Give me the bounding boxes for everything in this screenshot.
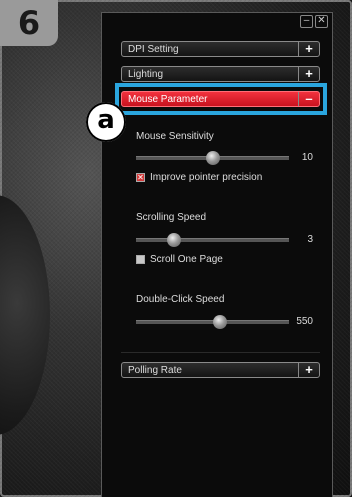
expand-icon[interactable]: + [298,363,319,377]
double-click-label: Double-Click Speed [136,294,225,305]
expand-icon[interactable]: + [298,42,319,56]
double-click-slider[interactable] [136,315,289,329]
window-controls: – ✕ [300,15,328,28]
sensitivity-value: 10 [301,152,313,163]
slider-knob[interactable] [167,233,182,247]
sensitivity-slider[interactable] [136,151,289,165]
scroll-speed-label: Scrolling Speed [136,212,207,223]
highlight-box [115,83,327,115]
scroll-one-page-checkbox[interactable] [136,255,145,264]
expand-icon[interactable]: + [298,67,319,81]
slider-knob[interactable] [205,151,220,165]
sensitivity-label: Mouse Sensitivity [136,131,214,142]
section-divider [121,352,320,353]
scroll-speed-slider[interactable] [136,233,289,247]
section-lighting[interactable]: Lighting + [121,66,320,82]
scroll-one-page-label: Scroll One Page [150,254,223,265]
precision-label: Improve pointer precision [150,172,263,183]
scroll-speed-value: 3 [307,234,313,245]
callout-badge: a [86,102,126,142]
section-dpi-setting[interactable]: DPI Setting + [121,41,320,57]
close-button[interactable]: ✕ [315,15,328,28]
step-badge: 6 [0,0,58,46]
screen-frame: 6 – ✕ DPI Setting + Lighting + Mouse Par… [0,0,352,497]
precision-checkbox[interactable] [136,173,145,182]
double-click-value: 550 [296,316,313,327]
minimize-button[interactable]: – [300,15,313,28]
section-polling-rate[interactable]: Polling Rate + [121,362,320,378]
slider-knob[interactable] [213,315,228,329]
